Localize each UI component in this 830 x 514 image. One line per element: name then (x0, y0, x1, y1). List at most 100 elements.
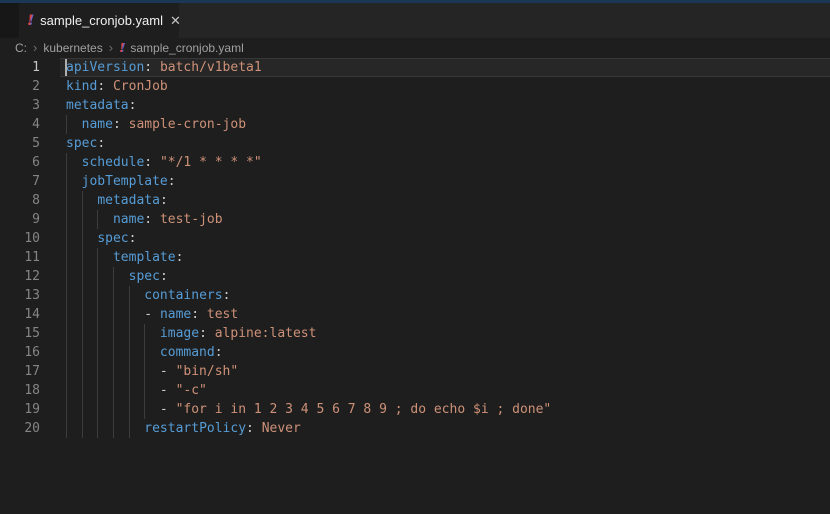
token-str: sample-cron-job (128, 117, 247, 132)
indent-guide (128, 324, 130, 343)
indent-guide (81, 343, 83, 362)
code-line-content: spec: (66, 267, 830, 286)
code-line[interactable]: 16 command: (0, 343, 830, 362)
token-key: jobTemplate (81, 174, 168, 189)
code-line[interactable]: 11 template: (0, 248, 830, 267)
line-number: 8 (32, 193, 40, 208)
indent-guide (112, 324, 114, 343)
code-line[interactable]: 17 - "bin/sh" (0, 362, 830, 381)
line-number: 1 (32, 60, 40, 75)
indent-guide (66, 172, 67, 191)
indent-guide (81, 286, 83, 305)
indent-guide (66, 153, 67, 172)
indent-guide (81, 210, 83, 229)
code-line[interactable]: 1 apiVersion: batch/v1beta1 (0, 58, 830, 77)
indent-guide (128, 419, 130, 438)
token-punct: : (97, 136, 106, 151)
indent-guide (66, 286, 67, 305)
indent-guide (144, 400, 146, 419)
breadcrumb-item-drive[interactable]: C: (15, 41, 27, 55)
code-line[interactable]: 6 schedule: "*/1 * * * *" (0, 153, 830, 172)
code-line-content: command: (66, 343, 830, 362)
code-line[interactable]: 15 image: alpine:latest (0, 324, 830, 343)
token-key: spec (66, 136, 98, 151)
code-line[interactable]: 5 spec: (0, 134, 830, 153)
token-punct: : (159, 193, 168, 208)
line-number: 13 (24, 288, 40, 303)
breadcrumb-item-file[interactable]: sample_cronjob.yaml (130, 41, 243, 55)
code-line-content: jobTemplate: (66, 172, 830, 191)
code-line[interactable]: 3 metadata: (0, 96, 830, 115)
indent-guide (66, 362, 67, 381)
code-line[interactable]: 9 name: test-job (0, 210, 830, 229)
indent-guide (112, 343, 114, 362)
indent-guide (97, 419, 99, 438)
code-line[interactable]: 2 kind: CronJob (0, 77, 830, 96)
code-line-content: image: alpine:latest (66, 324, 830, 343)
indent-guide (81, 400, 83, 419)
indent-guide (112, 267, 114, 286)
indent-guide (97, 210, 99, 229)
yaml-file-icon: ! (119, 41, 125, 55)
breadcrumb-item-folder[interactable]: kubernetes (43, 41, 102, 55)
token-key: schedule (81, 155, 145, 170)
indent-guide (66, 419, 67, 438)
token-punct: - (144, 307, 160, 322)
indent-guide (66, 115, 67, 134)
code-line[interactable]: 4 name: sample-cron-job (0, 115, 830, 134)
code-line[interactable]: 10 spec: (0, 229, 830, 248)
indent-guide (128, 362, 130, 381)
code-line[interactable]: 20 restartPolicy: Never (0, 419, 830, 438)
code-line[interactable]: 19 - "for i in 1 2 3 4 5 6 7 8 9 ; do ec… (0, 400, 830, 419)
token-str: CronJob (112, 79, 168, 94)
indent-guide (66, 191, 67, 210)
line-number: 17 (24, 364, 40, 379)
token-key: command (159, 345, 215, 360)
token-str: Never (261, 421, 301, 436)
token-key: metadata (66, 98, 129, 113)
indent-guide (128, 286, 130, 305)
token-str: test-job (159, 212, 223, 227)
code-line[interactable]: 14 - name: test (0, 305, 830, 324)
token-key: kind (66, 79, 98, 94)
line-number: 4 (32, 117, 40, 132)
code-line[interactable]: 18 - "-c" (0, 381, 830, 400)
editor[interactable]: 1 apiVersion: batch/v1beta1 2 kind: CronJob… (0, 58, 830, 514)
line-number: 9 (32, 212, 40, 227)
indent-guide (81, 229, 83, 248)
tab-sample-cronjob-yaml[interactable]: ! sample_cronjob.yaml ✕ (19, 3, 181, 38)
token-key: restartPolicy (144, 421, 247, 436)
token-punct: : (144, 60, 160, 75)
indent-guide (66, 305, 67, 324)
code-line[interactable]: 12 spec: (0, 267, 830, 286)
token-key: name (159, 307, 192, 322)
token-str: batch/v1beta1 (159, 60, 262, 75)
token-key: template (112, 250, 176, 265)
line-number: 18 (24, 383, 40, 398)
token-key: spec (128, 269, 160, 284)
tab-bar-left-edge (0, 3, 19, 38)
indent-guide (128, 305, 130, 324)
code-line-content: name: sample-cron-job (66, 115, 830, 134)
code-line[interactable]: 8 metadata: (0, 191, 830, 210)
line-number: 2 (32, 79, 40, 94)
line-number: 6 (32, 155, 40, 170)
line-number: 10 (24, 231, 40, 246)
token-key: name (112, 212, 145, 227)
indent-guide (112, 400, 114, 419)
close-tab-icon[interactable]: ✕ (170, 14, 181, 27)
code-line-content: - name: test (66, 305, 830, 324)
code-line[interactable]: 13 containers: (0, 286, 830, 305)
chevron-right-icon: › (108, 40, 114, 55)
indent-guide (66, 229, 67, 248)
indent-guide (81, 419, 83, 438)
indent-guide (97, 248, 99, 267)
code-line-content: name: test-job (66, 210, 830, 229)
indent-guide (66, 400, 67, 419)
line-number: 19 (24, 402, 40, 417)
code-line[interactable]: 7 jobTemplate: (0, 172, 830, 191)
token-punct: : (199, 326, 215, 341)
indent-guide (66, 381, 67, 400)
token-str: test (206, 307, 239, 322)
indent-guide (97, 267, 99, 286)
